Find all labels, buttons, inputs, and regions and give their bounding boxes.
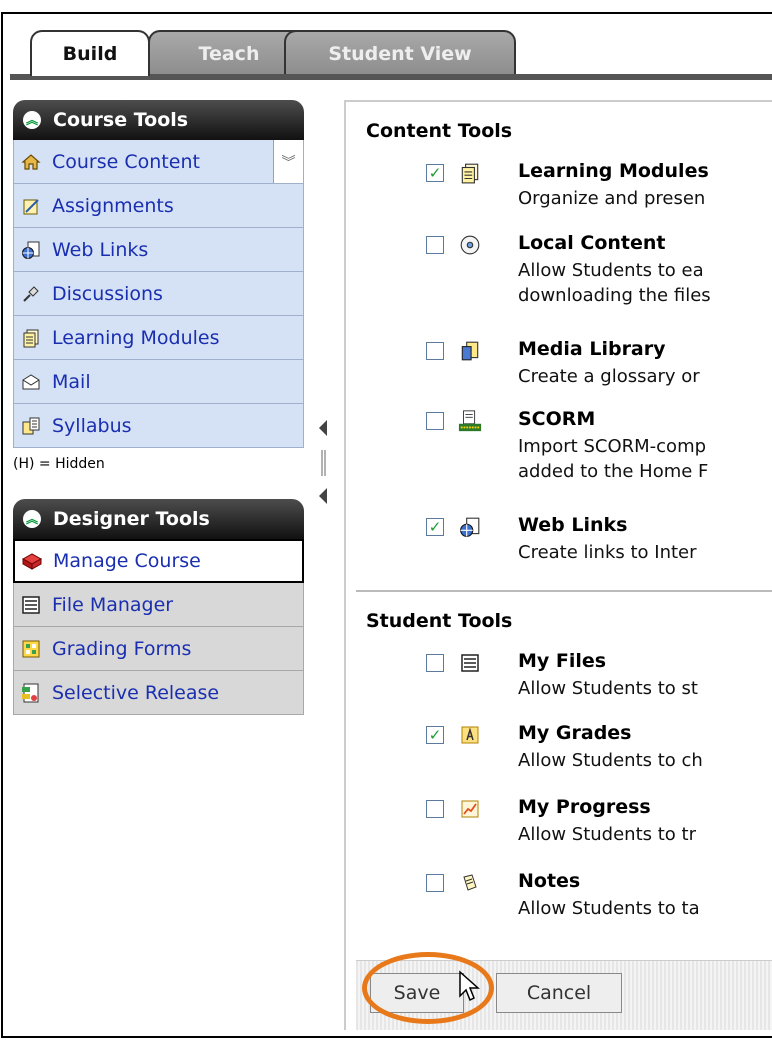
course-tools-title: Course Tools (53, 109, 189, 131)
collapse-up-icon[interactable]: ︽ (23, 510, 41, 528)
tool-description: Create a glossary or (518, 366, 700, 387)
sidebar-item-label: Learning Modules (52, 326, 220, 349)
tool-name: Learning Modules (518, 160, 709, 182)
scorm-checkbox[interactable] (426, 412, 444, 430)
sidebar-item-label: Web Links (52, 238, 149, 261)
tab-student-view[interactable]: Student View (284, 30, 516, 76)
tab-build[interactable]: Build (30, 30, 150, 76)
course-tools-nav: Course Content ︾ Assignments Web Links D… (13, 140, 304, 448)
disc-icon (458, 233, 482, 257)
sidebar-item-grading-forms[interactable]: Grading Forms (13, 627, 304, 671)
tool-description: Allow Students to tr (518, 824, 696, 845)
envelope-icon (20, 371, 42, 393)
globe-icon (458, 515, 482, 539)
sidebar-item-course-content[interactable]: Course Content ︾ (13, 140, 304, 184)
tool-name: Local Content (518, 232, 666, 254)
book-icon (20, 415, 42, 437)
assignment-icon (20, 195, 42, 217)
tool-name: My Grades (518, 722, 632, 744)
cancel-button[interactable]: Cancel (496, 973, 622, 1013)
designer-tools-title: Designer Tools (53, 508, 210, 530)
section-divider (356, 590, 772, 592)
sidebar-item-label: Discussions (52, 282, 163, 305)
file-manager-icon (458, 651, 482, 675)
sidebar-item-label: Selective Release (52, 681, 220, 704)
sidebar-item-label: Mail (52, 370, 91, 393)
pushpin-icon (20, 283, 42, 305)
sidebar-item-label: Syllabus (52, 414, 132, 437)
my-grades-checkbox[interactable]: ✓ (426, 726, 444, 744)
document-icon (20, 327, 42, 349)
grades-icon (458, 723, 482, 747)
tool-description: Import SCORM-comp added to the Home F (518, 436, 709, 482)
tool-settings-panel: Content Tools ✓ Learning Modules Organiz… (344, 100, 772, 1030)
tool-description: Create links to Inter (518, 542, 697, 563)
sidebar-item-mail[interactable]: Mail (13, 360, 304, 404)
sidebar-item-label: Assignments (52, 194, 174, 217)
file-manager-icon (20, 594, 42, 616)
notes-checkbox[interactable] (426, 874, 444, 892)
manage-course-icon (21, 550, 43, 572)
sidebar-item-manage-course[interactable]: Manage Course (13, 539, 304, 583)
tool-name: Media Library (518, 338, 666, 360)
tool-description: Allow Students to ea downloading the fil… (518, 260, 711, 306)
chevron-down-icon[interactable]: ︾ (273, 140, 303, 183)
progress-chart-icon (458, 797, 482, 821)
student-tools-title: Student Tools (366, 610, 513, 632)
scorm-icon (458, 409, 482, 433)
home-icon (20, 151, 42, 173)
local-content-checkbox[interactable] (426, 236, 444, 254)
sidebar-item-assignments[interactable]: Assignments (13, 184, 304, 228)
collapse-left-icon (319, 420, 327, 436)
designer-tools-header[interactable]: ︽ Designer Tools (13, 499, 304, 539)
tool-name: SCORM (518, 408, 596, 430)
selective-release-icon (20, 682, 42, 704)
collapse-up-icon[interactable]: ︽ (23, 111, 41, 129)
media-library-checkbox[interactable] (426, 342, 444, 360)
tool-name: My Progress (518, 796, 651, 818)
collapse-left-icon (319, 488, 327, 504)
my-progress-checkbox[interactable] (426, 800, 444, 818)
sidebar-item-selective-release[interactable]: Selective Release (13, 671, 304, 715)
sidebar-item-file-manager[interactable]: File Manager (13, 583, 304, 627)
tool-description: Allow Students to ta (518, 898, 700, 919)
globe-icon (20, 239, 42, 261)
notes-icon (458, 871, 482, 895)
sidebar-item-label: Course Content (52, 150, 200, 173)
media-library-icon (458, 339, 482, 363)
document-icon (458, 161, 482, 185)
tool-name: My Files (518, 650, 607, 672)
tool-description: Organize and presen (518, 188, 706, 209)
grading-forms-icon (20, 638, 42, 660)
course-tools-header[interactable]: ︽ Course Tools (13, 100, 304, 140)
sidebar-item-learning-modules[interactable]: Learning Modules (13, 316, 304, 360)
web-links-checkbox[interactable]: ✓ (426, 518, 444, 536)
sidebar-item-web-links[interactable]: Web Links (13, 228, 304, 272)
panel-splitter-handle[interactable] (316, 420, 330, 506)
sidebar-item-label: Grading Forms (52, 637, 192, 660)
hidden-legend: (H) = Hidden (13, 456, 105, 472)
tool-name: Notes (518, 870, 581, 892)
mouse-pointer-icon (459, 970, 480, 1002)
tool-description: Allow Students to ch (518, 750, 703, 771)
tool-description: Allow Students to st (518, 678, 698, 699)
learning-modules-checkbox[interactable]: ✓ (426, 164, 444, 182)
sidebar-item-discussions[interactable]: Discussions (13, 272, 304, 316)
content-tools-title: Content Tools (366, 120, 513, 142)
tool-name: Web Links (518, 514, 628, 536)
designer-tools-nav: Manage Course File Manager Grading Forms… (13, 539, 304, 715)
sidebar-item-label: File Manager (52, 593, 174, 616)
my-files-checkbox[interactable] (426, 654, 444, 672)
sidebar-item-syllabus[interactable]: Syllabus (13, 404, 304, 448)
sidebar-item-label: Manage Course (53, 550, 201, 572)
